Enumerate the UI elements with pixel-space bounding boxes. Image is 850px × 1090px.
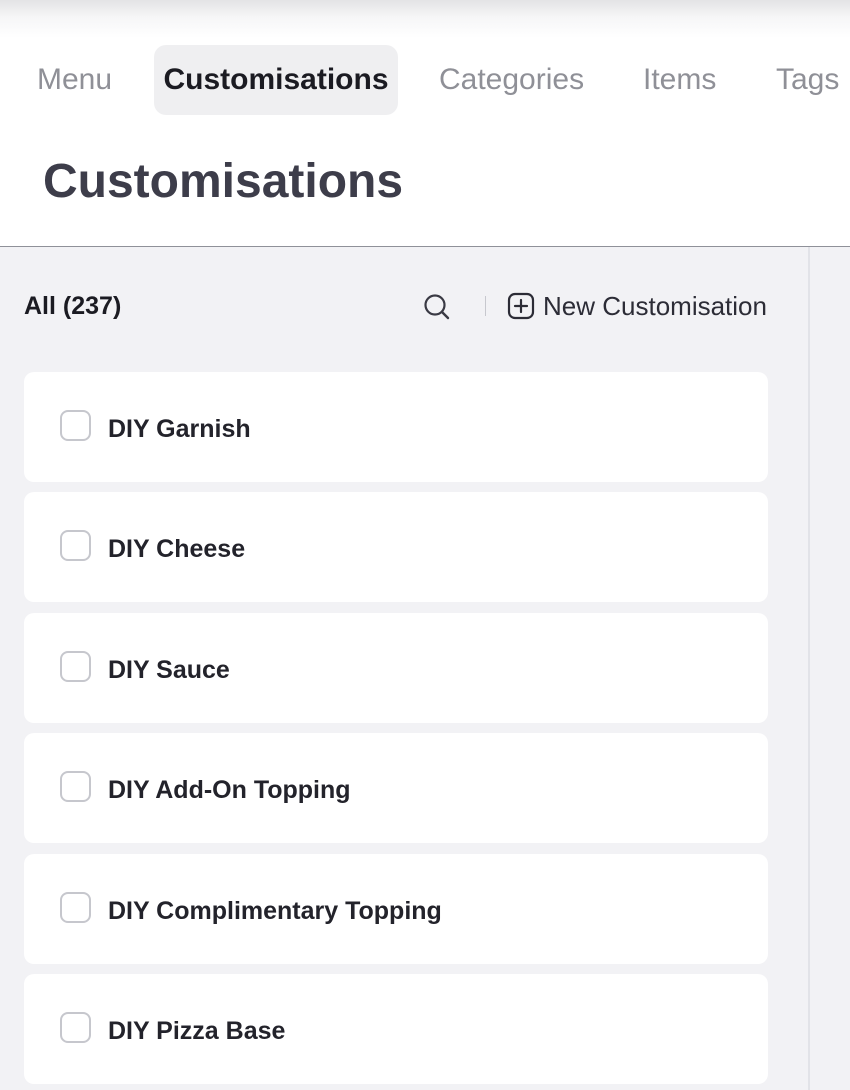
tab-tags[interactable]: Tags xyxy=(776,45,839,115)
list-item[interactable]: DIY Cheese xyxy=(24,492,768,602)
tab-categories[interactable]: Categories xyxy=(439,45,584,115)
item-count: (237) xyxy=(62,292,122,320)
tab-customisations[interactable]: Customisations xyxy=(154,45,398,115)
item-name: DIY Complimentary Topping xyxy=(108,897,442,925)
top-shadow xyxy=(0,0,850,38)
item-name: DIY Sauce xyxy=(108,656,230,684)
filter-label: All xyxy=(24,292,56,320)
tab-menu[interactable]: Menu xyxy=(37,45,112,115)
list-item[interactable]: DIY Sauce xyxy=(24,613,768,723)
item-checkbox[interactable] xyxy=(60,410,91,441)
filter-count[interactable]: All (237) xyxy=(24,286,121,326)
item-checkbox[interactable] xyxy=(60,651,91,682)
item-checkbox[interactable] xyxy=(60,530,91,561)
toolbar-separator xyxy=(485,296,486,316)
item-checkbox[interactable] xyxy=(60,1012,91,1043)
list-item[interactable]: DIY Add-On Topping xyxy=(24,733,768,843)
details-panel xyxy=(810,247,850,1090)
item-name: DIY Add-On Topping xyxy=(108,776,351,804)
search-icon xyxy=(424,294,450,320)
plus-circle-icon xyxy=(507,292,535,320)
item-checkbox[interactable] xyxy=(60,771,91,802)
item-name: DIY Garnish xyxy=(108,415,251,443)
list-item[interactable]: DIY Garnish xyxy=(24,372,768,482)
tab-items[interactable]: Items xyxy=(643,45,716,115)
list-item[interactable]: DIY Pizza Base xyxy=(24,974,768,1084)
list-item[interactable]: DIY Complimentary Topping xyxy=(24,854,768,964)
search-button[interactable] xyxy=(420,290,452,322)
item-name: DIY Pizza Base xyxy=(108,1017,286,1045)
item-name: DIY Cheese xyxy=(108,535,246,563)
top-tabs: Menu Customisations Categories Items Tag… xyxy=(0,45,850,115)
page-title: Customisations xyxy=(43,155,404,208)
new-customisation-label: New Customisation xyxy=(543,291,767,321)
item-checkbox[interactable] xyxy=(60,892,91,923)
